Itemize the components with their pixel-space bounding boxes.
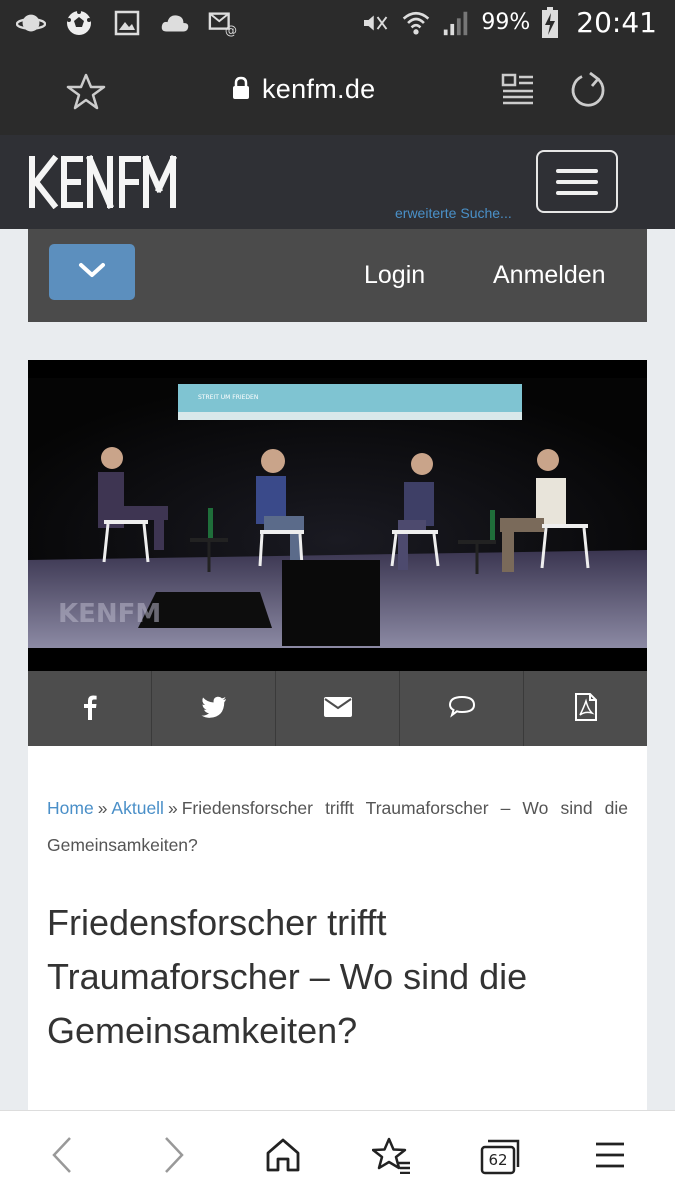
register-link[interactable]: Anmelden xyxy=(493,261,606,290)
lock-icon xyxy=(232,76,250,104)
chevron-left-icon xyxy=(50,1136,74,1178)
home-icon xyxy=(264,1137,302,1177)
pdf-icon xyxy=(574,692,598,725)
tabs-button[interactable]: 62 xyxy=(478,1135,522,1179)
breadcrumb-separator: » xyxy=(97,798,108,818)
signal-icon xyxy=(441,8,471,38)
url-text: kenfm.de xyxy=(262,74,376,104)
chevron-right-icon xyxy=(162,1136,186,1178)
breadcrumb-separator: » xyxy=(167,798,178,818)
share-email-button[interactable] xyxy=(276,671,400,746)
kenfm-logo[interactable] xyxy=(28,154,180,210)
menu-icon xyxy=(594,1140,626,1174)
menu-bar xyxy=(556,190,598,195)
bookmarks-button[interactable] xyxy=(370,1135,414,1179)
pdf-download-button[interactable] xyxy=(524,671,647,746)
url-field[interactable]: kenfm.de xyxy=(232,74,375,105)
email-icon xyxy=(323,696,352,721)
login-link[interactable]: Login xyxy=(364,261,425,290)
reader-mode-icon[interactable] xyxy=(500,72,540,112)
soccer-ball-icon xyxy=(64,8,94,38)
home-button[interactable] xyxy=(261,1135,305,1179)
battery-percentage: 99% xyxy=(481,10,531,35)
browser-toolbar: kenfm.de xyxy=(0,48,675,135)
planet-icon xyxy=(16,8,46,38)
bookmark-list-icon xyxy=(371,1136,412,1178)
wifi-icon xyxy=(401,8,431,38)
bookmark-star-icon[interactable] xyxy=(66,72,106,112)
comment-icon xyxy=(448,695,476,723)
tabs-icon: 62 xyxy=(480,1139,520,1175)
share-twitter-button[interactable] xyxy=(152,671,276,746)
site-header: erweiterte Suche... xyxy=(0,135,675,229)
share-facebook-button[interactable] xyxy=(28,671,152,746)
mute-icon xyxy=(361,8,391,38)
browser-bottom-nav: 62 xyxy=(0,1110,675,1200)
breadcrumb: Home» Aktuell» Friedensforscher trifft Tra… xyxy=(47,790,628,864)
menu-button[interactable] xyxy=(588,1135,632,1179)
status-bar-notifications: @ xyxy=(16,8,238,38)
status-bar-system: 99% 20:41 xyxy=(361,6,657,39)
article-content: Home» Aktuell» Friedensforscher trifft Tra… xyxy=(28,746,647,1110)
breadcrumb-category-link[interactable]: Aktuell xyxy=(111,798,164,818)
cloud-icon xyxy=(160,8,190,38)
breadcrumb-home-link[interactable]: Home xyxy=(47,798,94,818)
login-bar: Login Anmelden xyxy=(28,229,647,322)
hamburger-menu-button[interactable] xyxy=(536,150,618,213)
video-watermark: KENFM xyxy=(58,599,161,629)
extended-search-link[interactable]: erweiterte Suche... xyxy=(395,205,512,221)
article-hero-image[interactable]: STREIT UM FRIEDEN KENFM xyxy=(28,360,647,671)
reload-icon[interactable] xyxy=(568,70,610,112)
forward-button[interactable] xyxy=(152,1135,196,1179)
share-bar xyxy=(28,671,647,746)
article-title: Friedensforscher trifft Traumaforscher –… xyxy=(47,902,528,1051)
twitter-icon xyxy=(201,696,227,722)
svg-text:@: @ xyxy=(225,23,237,37)
menu-bar xyxy=(556,179,598,184)
comment-button[interactable] xyxy=(400,671,524,746)
tab-count: 62 xyxy=(488,1151,508,1169)
dropdown-toggle-button[interactable] xyxy=(49,244,135,300)
chevron-down-icon xyxy=(77,261,107,283)
status-bar: @ 99% 20:41 xyxy=(0,0,675,48)
screen-text: STREIT UM FRIEDEN xyxy=(198,394,258,401)
clock: 20:41 xyxy=(576,6,657,39)
facebook-icon xyxy=(82,694,98,724)
battery-charging-icon xyxy=(540,6,560,38)
back-button[interactable] xyxy=(40,1135,84,1179)
email-notification-icon: @ xyxy=(208,8,238,38)
menu-bar xyxy=(556,168,598,173)
image-icon xyxy=(112,8,142,38)
